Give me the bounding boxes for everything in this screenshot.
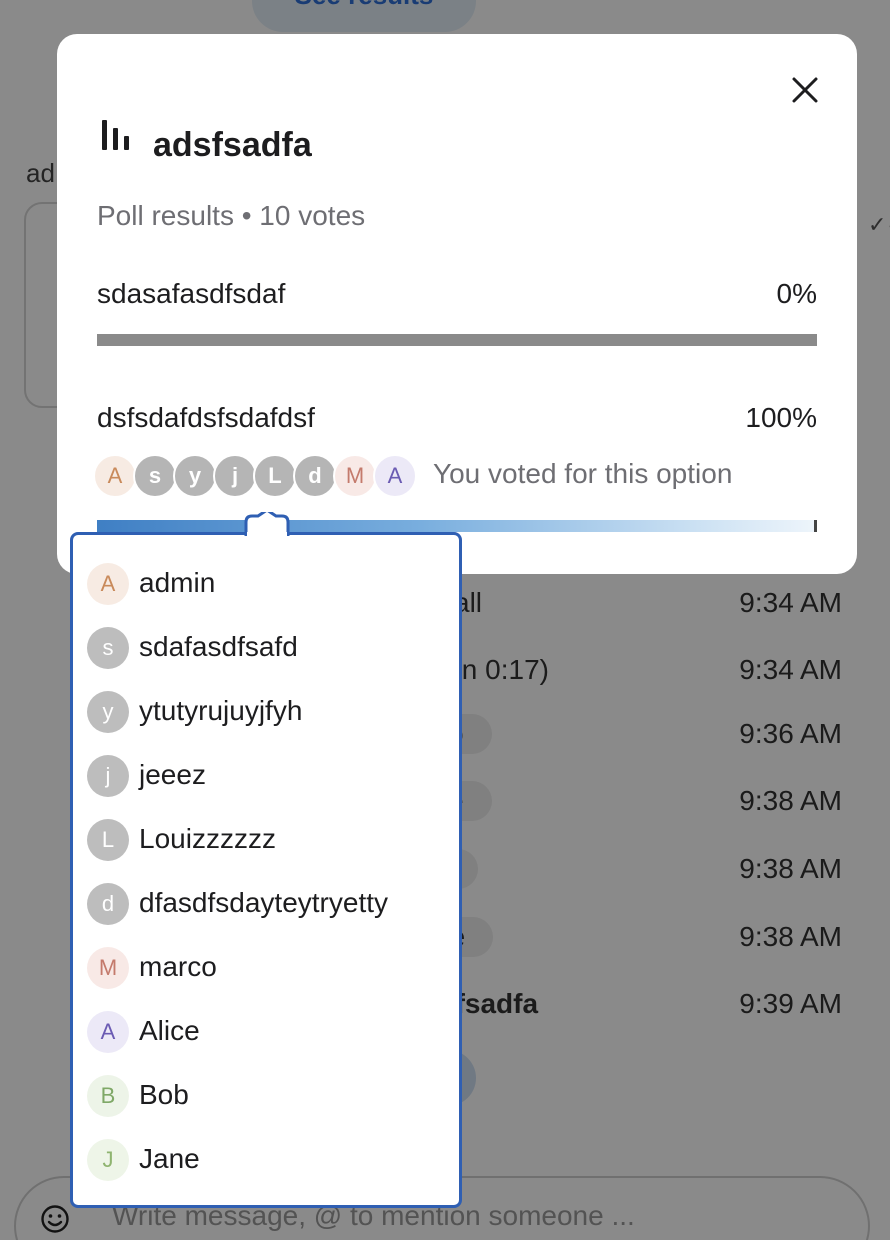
- voter-list-item[interactable]: Aadmin: [87, 563, 447, 607]
- voter-avatar: J: [87, 1139, 129, 1181]
- poll-option-label: dsfsdafdsfsdafdsf: [97, 402, 315, 433]
- voted-note: You voted for this option: [433, 458, 733, 489]
- voter-avatar[interactable]: y: [173, 454, 217, 498]
- voter-avatar[interactable]: j: [213, 454, 257, 498]
- voter-avatar[interactable]: A: [93, 454, 137, 498]
- voter-list-item[interactable]: L Louizzzzzz: [87, 819, 447, 863]
- voter-avatar: j: [87, 755, 129, 797]
- voter-list-item[interactable]: y ytutyrujuyjfyh: [87, 691, 447, 735]
- voter-name: Louizzzzzz: [139, 823, 276, 854]
- voter-avatar[interactable]: s: [133, 454, 177, 498]
- voter-avatar[interactable]: M: [333, 454, 377, 498]
- poll-title: adsfsadfa: [153, 126, 312, 164]
- voter-avatar: A: [87, 563, 129, 605]
- popover-arrow: [244, 512, 290, 538]
- voter-avatar: s: [87, 627, 129, 669]
- voter-list-item[interactable]: B Bob: [87, 1075, 447, 1119]
- voter-list-item[interactable]: d dfasdfsdayteytryetty: [87, 883, 447, 927]
- poll-option-bar-end: [814, 520, 817, 532]
- voter-name: admin: [139, 567, 216, 598]
- voter-list-item[interactable]: A Alice: [87, 1011, 447, 1055]
- poll-option-label: sdasafasdfsdaf: [97, 278, 286, 309]
- voter-name: dfasdfsdayteytryetty: [139, 887, 389, 918]
- voter-list-item[interactable]: Mmarco: [87, 947, 447, 991]
- poll-option-bar: [97, 520, 817, 532]
- poll-subtitle: Poll results • 10 votes: [97, 200, 366, 231]
- poll-option-bar-fill: [97, 520, 817, 532]
- voter-avatar: d: [87, 883, 129, 925]
- bar-chart-icon: [102, 120, 129, 150]
- voter-name: ytutyrujuyjfyh: [139, 695, 303, 726]
- voters-popover: Aadmin s sdafasdfsafd y ytutyrujuyjfyh j jeeez…: [70, 532, 462, 1208]
- voter-list-item[interactable]: s sdafasdfsafd: [87, 627, 447, 671]
- voter-avatar: L: [87, 819, 129, 861]
- voter-name: Jane: [139, 1143, 200, 1174]
- voter-avatar: M: [87, 947, 129, 989]
- voter-avatar: A: [87, 1011, 129, 1053]
- voter-avatar[interactable]: d: [293, 454, 337, 498]
- voter-name: sdafasdfsafd: [139, 631, 298, 662]
- voter-list-item[interactable]: j jeeez: [87, 755, 447, 799]
- voter-avatar: B: [87, 1075, 129, 1117]
- close-icon[interactable]: [785, 70, 825, 110]
- voter-name: marco: [139, 951, 217, 982]
- poll-option-percent: 100%: [745, 402, 817, 433]
- voter-avatar[interactable]: L: [253, 454, 297, 498]
- poll-results-modal: adsfsadfa Poll results • 10 votes sdasaf…: [57, 34, 857, 574]
- voter-name: Alice: [139, 1015, 200, 1046]
- voter-avatar: y: [87, 691, 129, 733]
- voter-list-item[interactable]: J Jane: [87, 1139, 447, 1183]
- voter-avatar[interactable]: A: [373, 454, 417, 498]
- voter-name: jeeez: [139, 759, 206, 790]
- voter-name: Bob: [139, 1079, 189, 1110]
- poll-option-percent: 0%: [776, 278, 817, 309]
- poll-option-bar: [97, 334, 817, 346]
